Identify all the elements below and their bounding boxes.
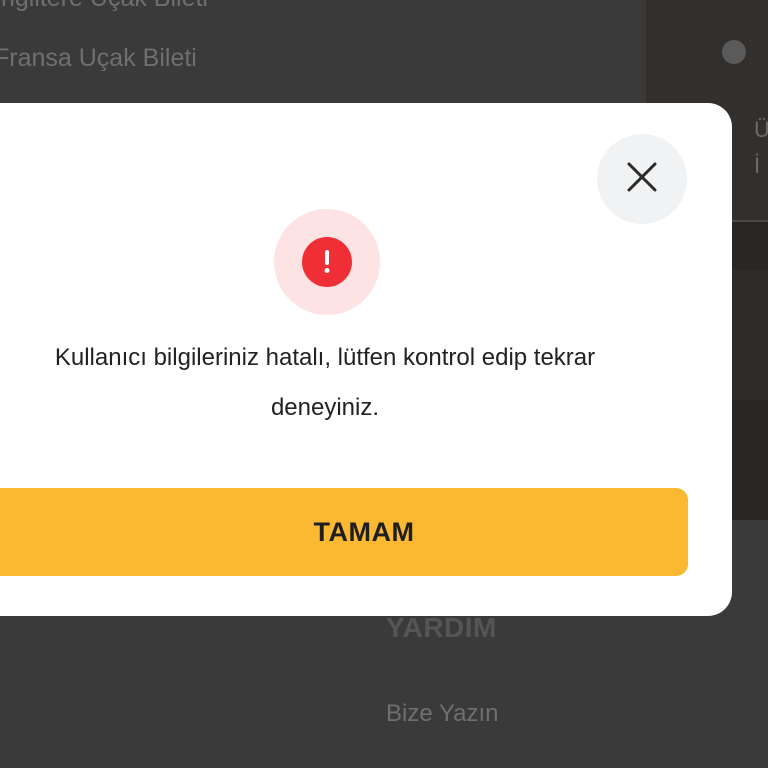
close-button[interactable] xyxy=(597,134,687,224)
error-dialog: Kullanıcı bilgileriniz hatalı, lütfen ko… xyxy=(0,103,732,616)
close-icon[interactable] xyxy=(625,160,659,199)
ok-button-label: TAMAM xyxy=(313,516,415,547)
footer-heading-help: YARDIM xyxy=(386,612,497,643)
alert-icon-halo xyxy=(274,209,380,315)
background-link-france-flights: Fransa Uçak Bileti xyxy=(0,44,197,72)
ok-button[interactable]: TAMAM xyxy=(0,488,688,576)
footer-link-contact: Bize Yazın xyxy=(386,700,499,727)
background-link-uk-flights: İngiltere Uçak Bileti xyxy=(0,0,208,13)
carousel-dot xyxy=(722,40,746,64)
exclamation-icon xyxy=(302,237,352,287)
page: İngiltere Uçak Bileti Fransa Uçak Bileti… xyxy=(0,0,768,768)
error-message: Kullanıcı bilgileriniz hatalı, lütfen ko… xyxy=(54,344,596,421)
